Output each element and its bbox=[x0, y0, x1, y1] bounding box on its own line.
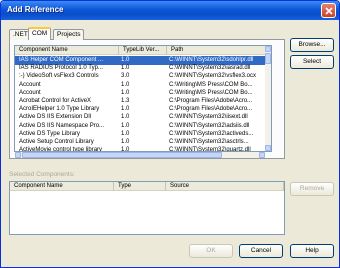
help-button[interactable]: Help bbox=[290, 244, 334, 258]
vertical-scrollbar[interactable] bbox=[265, 46, 271, 151]
selected-components-list[interactable]: Component Name Type Source bbox=[9, 181, 285, 235]
tab-dotnet-label: .NET bbox=[13, 31, 28, 38]
title-bar[interactable]: Add Reference bbox=[1, 1, 339, 20]
add-reference-dialog: Add Reference .NET COM Projects Componen… bbox=[0, 0, 340, 268]
cancel-button[interactable]: Cancel bbox=[239, 244, 283, 258]
select-button[interactable]: Select bbox=[290, 55, 334, 69]
tab-projects[interactable]: Projects bbox=[53, 29, 85, 40]
ok-button[interactable]: OK bbox=[189, 244, 233, 258]
vertical-scroll-thumb[interactable] bbox=[265, 53, 271, 64]
tab-projects-label: Projects bbox=[57, 31, 81, 38]
close-icon bbox=[325, 7, 333, 15]
close-button[interactable] bbox=[321, 3, 336, 18]
list-header: Component Name TypeLib Ver... Path bbox=[15, 46, 271, 55]
horizontal-scroll-thumb[interactable] bbox=[22, 152, 222, 158]
tab-com-label: COM bbox=[32, 30, 48, 37]
column-header-source[interactable]: Source bbox=[166, 182, 284, 191]
scroll-down-button[interactable] bbox=[265, 145, 271, 151]
column-header-typelib-version[interactable]: TypeLib Ver... bbox=[119, 46, 167, 55]
scroll-left-button[interactable] bbox=[15, 152, 21, 158]
browse-button[interactable]: Browse... bbox=[290, 38, 334, 52]
column-header-type[interactable]: Type bbox=[114, 182, 166, 191]
horizontal-scrollbar[interactable] bbox=[15, 152, 265, 158]
component-list[interactable]: Component Name TypeLib Ver... Path IAS H… bbox=[14, 45, 272, 152]
window-title: Add Reference bbox=[7, 5, 64, 14]
selected-components-label: Selected Components: bbox=[9, 171, 75, 178]
remove-button[interactable]: Remove bbox=[290, 182, 334, 196]
tab-com[interactable]: COM bbox=[28, 27, 52, 40]
scroll-right-button[interactable] bbox=[259, 152, 265, 158]
column-header-component-name[interactable]: Component Name bbox=[10, 182, 114, 191]
scroll-up-button[interactable] bbox=[265, 46, 271, 52]
column-header-component-name[interactable]: Component Name bbox=[15, 46, 119, 55]
selected-list-header: Component Name Type Source bbox=[10, 182, 284, 191]
column-header-path[interactable]: Path bbox=[167, 46, 271, 55]
